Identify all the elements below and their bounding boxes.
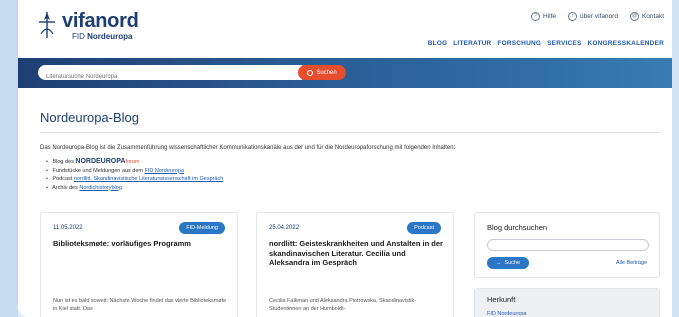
utility-links: ? Hilfe i über vifanord @ Kontakt	[530, 12, 664, 21]
list-item-prefix: Podcast	[52, 176, 73, 182]
search-button-label: Suchen	[316, 69, 337, 76]
podcast-link[interactable]: nordlitt. Skandinavistische Literaturwis…	[74, 176, 223, 182]
search-button[interactable]: Suchen	[298, 65, 346, 80]
logo-subtitle: FID Nordeuropa	[72, 32, 139, 42]
nav-item-blog[interactable]: BLOG	[428, 40, 448, 47]
post-category-badge[interactable]: Podcast	[407, 222, 441, 234]
origin-filter-link[interactable]: FID Nordeuropa	[487, 311, 526, 317]
blog-search-button[interactable]: → Suche	[487, 257, 529, 269]
origin-box: Herkunft FID Nordeuropa	[474, 288, 660, 317]
fid-nordeuropa-link[interactable]: FID Nordeuropa	[145, 168, 184, 174]
forum-suffix[interactable]: forum	[125, 159, 139, 165]
all-posts-link[interactable]: Alle Beiträge	[616, 260, 647, 266]
arrow-right-icon: →	[495, 260, 502, 266]
list-item-prefix: Blog des	[52, 159, 74, 165]
blog-post-card[interactable]: 11.05.2022 FID-Meldung Biblioteksmøte: v…	[40, 212, 238, 317]
blog-search-title: Blog durchsuchen	[487, 223, 548, 232]
util-link-contact[interactable]: @ Kontakt	[629, 12, 664, 21]
util-link-about-label: über vifanord	[580, 13, 618, 20]
left-background-strip	[0, 0, 18, 317]
sidebar: Blog durchsuchen → Suche Alle Beiträge H…	[474, 212, 660, 317]
list-item-prefix: Fundstücke und Meldungen aus dem	[52, 167, 143, 174]
list-item: Podcast nordlitt. Skandinavistische Lite…	[46, 175, 223, 184]
right-background-strip	[672, 0, 679, 317]
post-category-badge[interactable]: FID-Meldung	[179, 222, 225, 234]
origin-title: Herkunft	[487, 295, 516, 304]
post-date: 25.04.2022	[269, 225, 300, 231]
nav-item-literatur[interactable]: LITERATUR	[453, 40, 491, 47]
nordeuropa-forum-link[interactable]: NORDEUROPA	[75, 158, 125, 165]
blog-search-input[interactable]	[487, 239, 649, 251]
contact-icon: @	[629, 12, 639, 21]
page-title: Nordeuropa-Blog	[40, 110, 140, 125]
archive-link[interactable]: Nordichistoryblog	[79, 185, 122, 191]
help-icon: ?	[530, 12, 540, 21]
nav-item-forschung[interactable]: FORSCHUNG	[497, 40, 541, 47]
main-nav: BLOG LITERATUR FORSCHUNG SERVICES KONGRE…	[428, 40, 664, 47]
compass-rose-icon	[39, 12, 55, 38]
post-excerpt: Cecilia Falkman und Aleksandra Piotrowsk…	[269, 298, 417, 312]
blog-search-box: Blog durchsuchen → Suche Alle Beiträge	[474, 212, 660, 278]
list-item-prefix: Archiv des	[52, 184, 78, 191]
blog-post-card[interactable]: 25.04.2022 Podcast nordlitt: Geisteskran…	[256, 212, 454, 317]
post-title[interactable]: nordlitt: Geisteskrankheiten und Anstalt…	[269, 239, 445, 268]
post-date: 11.05.2022	[53, 225, 83, 231]
util-link-about[interactable]: i über vifanord	[568, 12, 618, 21]
literature-search-input[interactable]	[38, 69, 308, 85]
title-divider	[40, 132, 660, 133]
blog-search-button-label: Suche	[504, 260, 521, 266]
logo-name: vifanord	[62, 10, 139, 32]
nav-item-services[interactable]: SERVICES	[547, 40, 581, 47]
intro-text: Das Nordeuropa-Blog ist die Zusammenführ…	[40, 145, 456, 151]
search-band: Suchen	[18, 58, 679, 88]
content-list: Blog des NORDEUROPAforum Fundstücke und …	[46, 158, 223, 192]
nav-item-kongresskalender[interactable]: KONGRESSKALENDER	[587, 40, 664, 47]
literature-search-field[interactable]	[38, 65, 308, 85]
logo-sub-bold: Nordeuropa	[87, 32, 133, 41]
search-icon	[307, 69, 314, 76]
info-icon: i	[568, 12, 577, 21]
logo-sub-prefix: FID	[72, 32, 85, 41]
list-item: Archiv des Nordichistoryblog	[46, 184, 223, 193]
vifanord-logo[interactable]: vifanord FID Nordeuropa	[36, 10, 139, 42]
post-title[interactable]: Biblioteksmøte: vorläufiges Programm	[53, 239, 229, 249]
post-excerpt: Nun ist es bald soweit: Nächste Woche fi…	[53, 298, 227, 312]
util-link-contact-label: Kontakt	[641, 13, 664, 20]
list-item: Blog des NORDEUROPAforum	[46, 158, 223, 167]
page-frame: vifanord FID Nordeuropa ? Hilfe i über v…	[18, 0, 679, 317]
util-link-help[interactable]: ? Hilfe	[530, 12, 556, 21]
util-link-help-label: Hilfe	[542, 13, 556, 20]
list-item: Fundstücke und Meldungen aus dem FID Nor…	[46, 167, 223, 176]
